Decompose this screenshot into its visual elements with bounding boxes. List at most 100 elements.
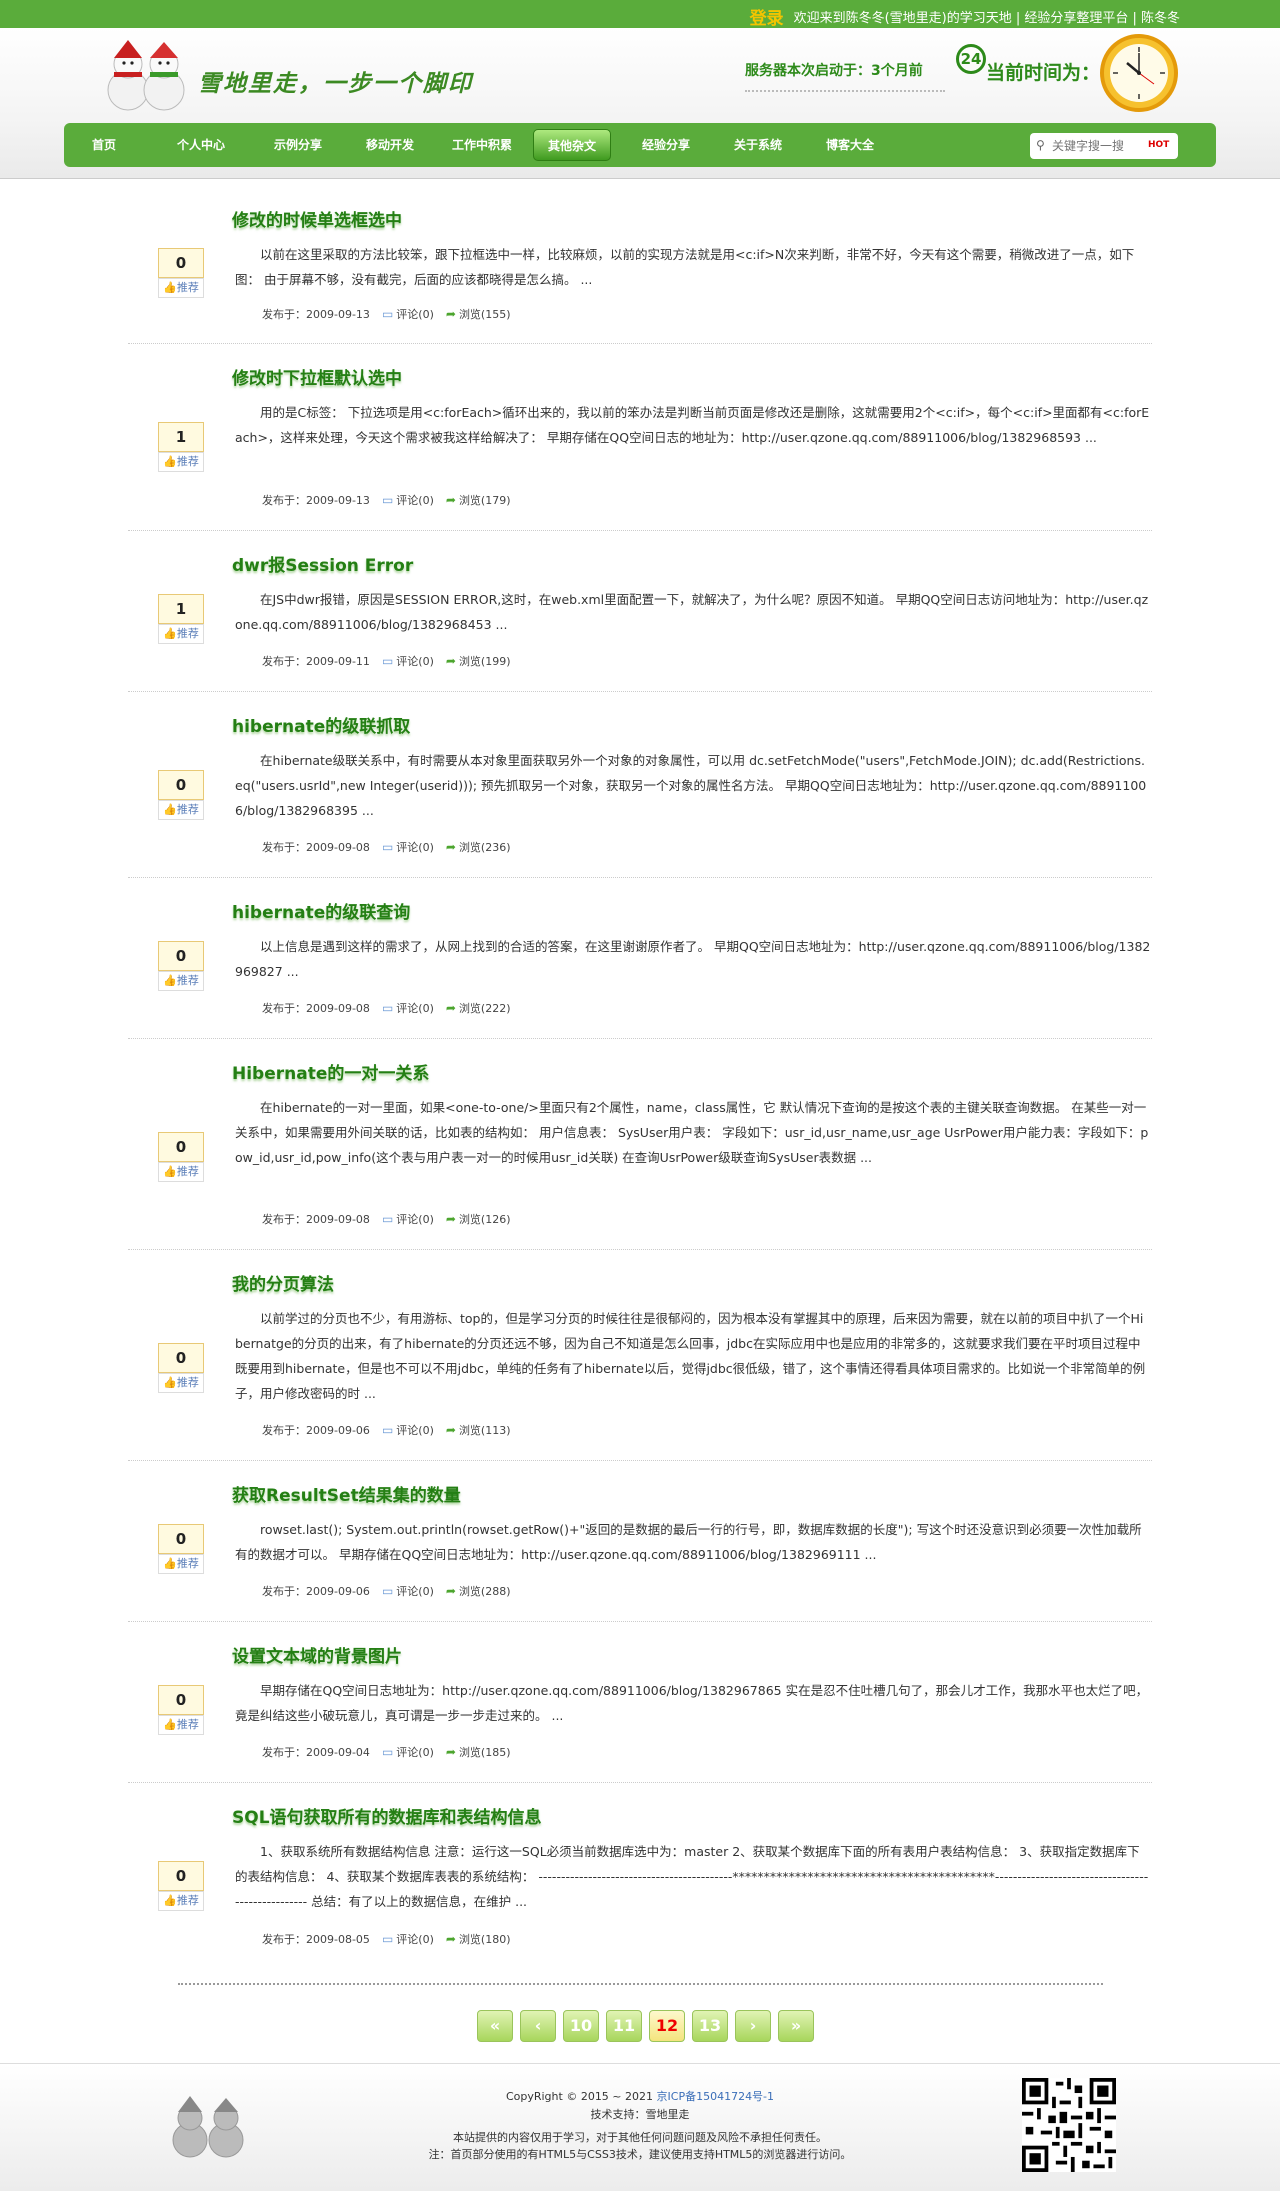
post-item: 1 👍推荐 修改时下拉框默认选中 用的是C标签： 下拉选项是用<c:forEac… xyxy=(128,344,1152,531)
post-desc: 用的是C标签： 下拉选项是用<c:forEach>循环出来的，我以前的笨办法是判… xyxy=(235,405,1150,445)
views-label: 浏览(185) xyxy=(458,1746,511,1759)
post-title[interactable]: 设置文本域的背景图片 xyxy=(232,1642,402,1667)
comments-link[interactable]: ▭ 评论(0) xyxy=(382,1000,434,1016)
view-icon: ➦ xyxy=(445,1932,456,1946)
vote-box: 0 👍推荐 xyxy=(158,1861,204,1911)
nav-item-personal[interactable]: 个人中心 xyxy=(177,123,225,167)
post-desc: 在hibernate的一对一里面，如果<one-to-one/>里面只有2个属性… xyxy=(235,1100,1149,1165)
login-link[interactable]: 登录 xyxy=(750,4,784,29)
recommend-button[interactable]: 👍推荐 xyxy=(158,452,204,472)
nav-item-experience[interactable]: 经验分享 xyxy=(642,123,690,167)
recommend-button[interactable]: 👍推荐 xyxy=(158,1891,204,1911)
recommend-button[interactable]: 👍推荐 xyxy=(158,1162,204,1182)
post-date: 发布于：2009-09-13 xyxy=(262,494,370,507)
nav-item-about[interactable]: 关于系统 xyxy=(734,123,782,167)
recommend-button[interactable]: 👍推荐 xyxy=(158,971,204,991)
comments-link[interactable]: ▭ 评论(0) xyxy=(382,1583,434,1599)
post-date: 发布于：2009-09-08 xyxy=(262,841,370,854)
vote-box: 0 👍推荐 xyxy=(158,1524,204,1574)
post-title[interactable]: 获取ResultSet结果集的数量 xyxy=(232,1481,461,1506)
comments-label: 评论(0) xyxy=(396,1424,434,1437)
view-icon: ➦ xyxy=(445,1001,456,1015)
recommend-label: 推荐 xyxy=(176,1557,199,1570)
comments-link[interactable]: ▭ 评论(0) xyxy=(382,306,434,322)
recommend-button[interactable]: 👍推荐 xyxy=(158,1373,204,1393)
recommend-button[interactable]: 👍推荐 xyxy=(158,1715,204,1735)
vote-count: 0 xyxy=(158,1132,204,1162)
page-button[interactable]: 10 xyxy=(563,2010,599,2042)
post-date: 发布于：2009-09-04 xyxy=(262,1746,370,1759)
comments-link[interactable]: ▭ 评论(0) xyxy=(382,653,434,669)
thumb-icon: 👍 xyxy=(163,1894,177,1907)
copyright-text: CopyRight © 2015 ~ 2021 xyxy=(505,2090,654,2103)
comment-icon: ▭ xyxy=(381,1212,394,1226)
post-meta: 发布于：2009-09-08 ▭ 评论(0) ➦ 浏览(126) xyxy=(262,1211,523,1227)
post-meta: 发布于：2009-09-13 ▭ 评论(0) ➦ 浏览(155) xyxy=(262,306,523,322)
search-input[interactable] xyxy=(1052,137,1142,155)
comments-link[interactable]: ▭ 评论(0) xyxy=(382,1744,434,1760)
current-page: 12 xyxy=(649,2010,685,2042)
comments-link[interactable]: ▭ 评论(0) xyxy=(382,1211,434,1227)
comments-link[interactable]: ▭ 评论(0) xyxy=(382,1931,434,1947)
comments-link[interactable]: ▭ 评论(0) xyxy=(382,492,434,508)
main-nav: 首页 个人中心 示例分享 移动开发 工作中积累 其他杂文 经验分享 关于系统 博… xyxy=(64,123,1216,167)
post-title[interactable]: 我的分页算法 xyxy=(232,1270,334,1295)
first-page-button[interactable]: « xyxy=(477,2010,513,2042)
divider xyxy=(745,90,945,96)
vote-box: 0 👍推荐 xyxy=(158,1685,204,1735)
comment-icon: ▭ xyxy=(381,1423,394,1437)
nav-item-home[interactable]: 首页 xyxy=(92,123,116,167)
vote-count: 0 xyxy=(158,1861,204,1891)
comments-link[interactable]: ▭ 评论(0) xyxy=(382,1422,434,1438)
nav-item-work[interactable]: 工作中积累 xyxy=(452,123,512,167)
post-desc: 早期存储在QQ空间日志地址为：http://user.qzone.qq.com/… xyxy=(235,1683,1149,1723)
nav-item-examples[interactable]: 示例分享 xyxy=(274,123,322,167)
comments-label: 评论(0) xyxy=(396,841,434,854)
post-title[interactable]: SQL语句获取所有的数据库和表结构信息 xyxy=(232,1803,542,1828)
post-item: 0 👍推荐 SQL语句获取所有的数据库和表结构信息 1、获取系统所有数据结构信息… xyxy=(128,1783,1152,1970)
recommend-button[interactable]: 👍推荐 xyxy=(158,624,204,644)
icp-link[interactable]: 京ICP备15041724号-1 xyxy=(657,2090,775,2103)
page-button[interactable]: 13 xyxy=(692,2010,728,2042)
page-button[interactable]: 11 xyxy=(606,2010,642,2042)
prev-page-button[interactable]: ‹ xyxy=(520,2010,556,2042)
post-title[interactable]: 修改时下拉框默认选中 xyxy=(232,364,402,389)
comments-label: 评论(0) xyxy=(396,1002,434,1015)
comments-link[interactable]: ▭ 评论(0) xyxy=(382,839,434,855)
post-meta: 发布于：2009-09-06 ▭ 评论(0) ➦ 浏览(113) xyxy=(262,1422,523,1438)
nav-item-blogs[interactable]: 博客大全 xyxy=(826,123,874,167)
divider xyxy=(178,1983,1103,1985)
next-page-button[interactable]: › xyxy=(735,2010,771,2042)
comments-label: 评论(0) xyxy=(396,1585,434,1598)
vote-box: 1 👍推荐 xyxy=(158,422,204,472)
post-title[interactable]: 修改的时候单选框选中 xyxy=(232,206,402,231)
post-title[interactable]: hibernate的级联查询 xyxy=(232,898,410,923)
recommend-button[interactable]: 👍推荐 xyxy=(158,800,204,820)
recommend-label: 推荐 xyxy=(176,974,199,987)
views-label: 浏览(222) xyxy=(458,1002,511,1015)
post-date: 发布于：2009-09-06 xyxy=(262,1585,370,1598)
views-label: 浏览(179) xyxy=(458,494,511,507)
nav-item-mobile[interactable]: 移动开发 xyxy=(366,123,414,167)
view-icon: ➦ xyxy=(445,307,456,321)
post-title[interactable]: Hibernate的一对一关系 xyxy=(232,1059,429,1084)
views-label: 浏览(288) xyxy=(458,1585,511,1598)
post-meta: 发布于：2009-09-08 ▭ 评论(0) ➦ 浏览(222) xyxy=(262,1000,523,1016)
views-stat: ➦ 浏览(179) xyxy=(446,492,511,508)
site-footer: CopyRight © 2015 ~ 2021 京ICP备15041724号-1… xyxy=(0,2063,1280,2191)
vote-box: 0 👍推荐 xyxy=(158,248,204,298)
post-title[interactable]: dwr报Session Error xyxy=(232,551,413,576)
recommend-button[interactable]: 👍推荐 xyxy=(158,1554,204,1574)
view-icon: ➦ xyxy=(445,1584,456,1598)
recommend-button[interactable]: 👍推荐 xyxy=(158,278,204,298)
last-page-button[interactable]: » xyxy=(778,2010,814,2042)
post-date: 发布于：2009-09-13 xyxy=(262,308,370,321)
thumb-icon: 👍 xyxy=(163,1557,177,1570)
post-item: 0 👍推荐 hibernate的级联抓取 在hibernate级联关系中，有时需… xyxy=(128,692,1152,878)
post-item: 0 👍推荐 修改的时候单选框选中 以前在这里采取的方法比较笨，跟下拉框选中一样，… xyxy=(128,180,1152,344)
nav-item-misc[interactable]: 其他杂文 xyxy=(533,129,612,161)
views-label: 浏览(113) xyxy=(458,1424,511,1437)
post-title[interactable]: hibernate的级联抓取 xyxy=(232,712,410,737)
comment-icon: ▭ xyxy=(381,1932,394,1946)
views-label: 浏览(155) xyxy=(458,308,511,321)
